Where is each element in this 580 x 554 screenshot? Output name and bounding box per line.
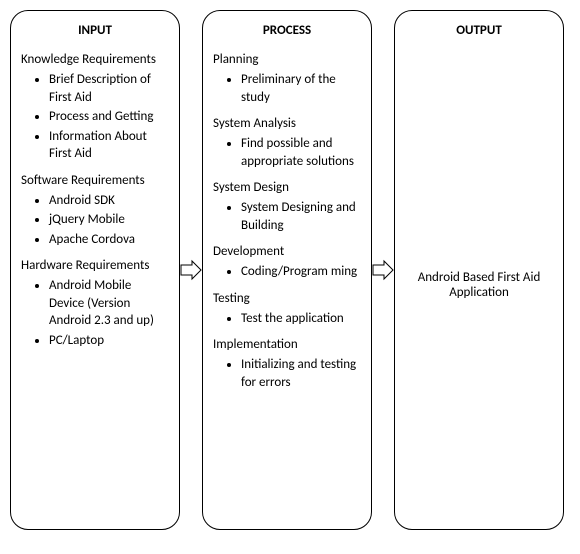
process-section-heading: Testing <box>213 291 361 306</box>
list-item: Preliminary of the study <box>241 71 361 106</box>
input-section-heading: Software Requirements <box>21 173 169 188</box>
arrow-right-icon <box>372 259 394 281</box>
output-text: Android Based First Aid Application <box>411 270 547 300</box>
input-section-heading: Hardware Requirements <box>21 258 169 273</box>
arrow-right-icon <box>180 259 202 281</box>
process-section-heading: Planning <box>213 52 361 67</box>
list-item: Information About First Aid <box>49 128 169 163</box>
process-box: PROCESS Planning Preliminary of the stud… <box>202 10 372 530</box>
ipo-diagram: INPUT Knowledge Requirements Brief Descr… <box>10 10 570 530</box>
list-item: Find possible and appropriate solutions <box>241 135 361 170</box>
list-item: Android Mobile Device (Version Android 2… <box>49 277 169 330</box>
output-body: Android Based First Aid Application <box>405 52 553 517</box>
process-section-heading: System Analysis <box>213 116 361 131</box>
process-section-list: System Designing and Building <box>213 199 361 234</box>
process-section-list: Initializing and testing for errors <box>213 356 361 391</box>
arrow-process-to-output <box>372 259 394 281</box>
process-section-heading: System Design <box>213 180 361 195</box>
process-section-list: Find possible and appropriate solutions <box>213 135 361 170</box>
list-item: Test the application <box>241 310 361 328</box>
list-item: PC/Laptop <box>49 332 169 350</box>
process-section-heading: Development <box>213 244 361 259</box>
list-item: jQuery Mobile <box>49 211 169 229</box>
output-title: OUTPUT <box>405 23 553 38</box>
process-section-heading: Implementation <box>213 337 361 352</box>
process-section-list: Test the application <box>213 310 361 328</box>
arrow-input-to-process <box>180 259 202 281</box>
list-item: Process and Getting <box>49 108 169 126</box>
process-section-list: Preliminary of the study <box>213 71 361 106</box>
list-item: System Designing and Building <box>241 199 361 234</box>
input-section-list: Brief Description of First Aid Process a… <box>21 71 169 163</box>
list-item: Coding/Program ming <box>241 263 361 281</box>
input-section-list: Android SDK jQuery Mobile Apache Cordova <box>21 192 169 249</box>
output-box: OUTPUT Android Based First Aid Applicati… <box>394 10 564 530</box>
list-item: Android SDK <box>49 192 169 210</box>
list-item: Brief Description of First Aid <box>49 71 169 106</box>
list-item: Apache Cordova <box>49 231 169 249</box>
process-title: PROCESS <box>213 23 361 38</box>
list-item: Initializing and testing for errors <box>241 356 361 391</box>
input-title: INPUT <box>21 23 169 38</box>
input-box: INPUT Knowledge Requirements Brief Descr… <box>10 10 180 530</box>
input-section-heading: Knowledge Requirements <box>21 52 169 67</box>
process-section-list: Coding/Program ming <box>213 263 361 281</box>
input-section-list: Android Mobile Device (Version Android 2… <box>21 277 169 349</box>
